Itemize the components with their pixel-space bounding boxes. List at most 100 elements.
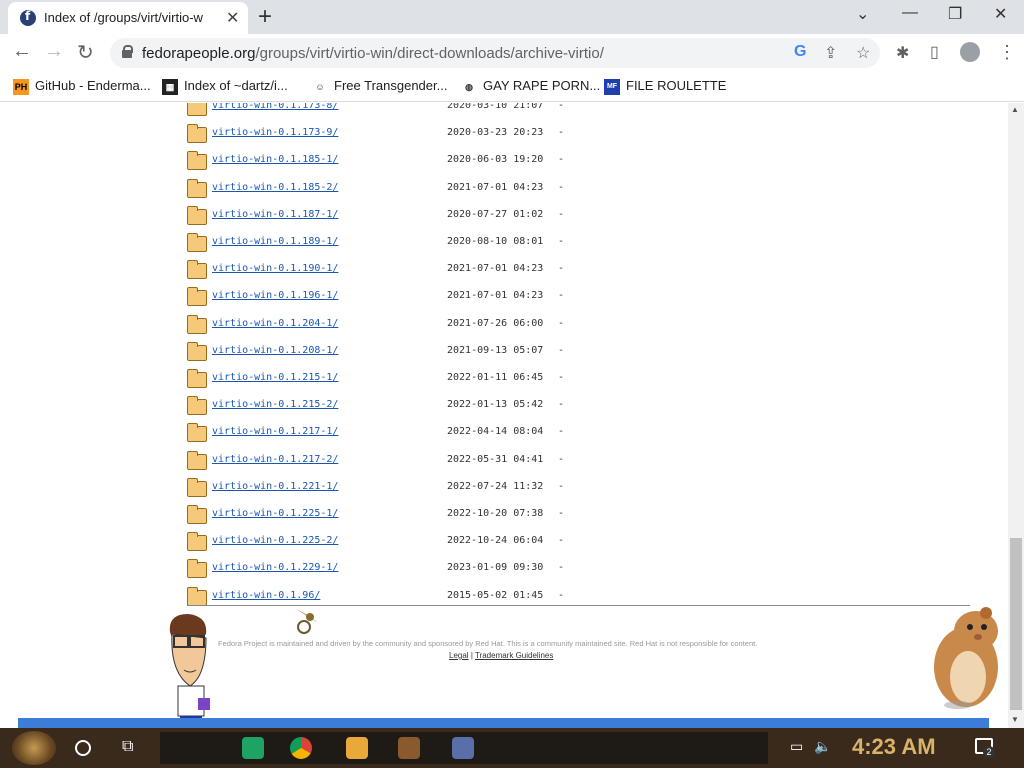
file-size: - <box>558 208 565 220</box>
notes-app-icon[interactable] <box>242 737 264 759</box>
file-size: - <box>558 344 565 356</box>
file-size: - <box>558 103 565 111</box>
folder-link[interactable]: virtio-win-0.1.221-1/ <box>212 481 338 492</box>
modified-date: 2020-06-03 19:20 <box>447 154 544 166</box>
file-size: - <box>558 508 565 519</box>
menu-icon[interactable]: ⋮ <box>998 42 1016 63</box>
legal-link[interactable]: Legal <box>449 651 469 660</box>
table-row: virtio-win-0.1.208-1/2021-09-13 05:07 - <box>187 341 987 370</box>
network-icon[interactable]: ▭ <box>790 738 803 755</box>
file-explorer-icon[interactable] <box>346 737 368 759</box>
table-row: virtio-win-0.1.225-2/2022-10-24 06:04 - <box>187 532 987 560</box>
modified-date: 2022-01-11 06:45 <box>447 372 544 383</box>
scroll-thumb[interactable] <box>1010 538 1022 710</box>
bookmark-item[interactable]: ☺ Free Transgender... <box>312 78 447 95</box>
address-bar[interactable]: fedorapeople.org/groups/virt/virtio-win/… <box>110 38 880 68</box>
table-row: virtio-win-0.1.229-1/2023-01-09 09:30 - <box>187 559 987 587</box>
side-panel-icon[interactable]: ▯ <box>930 42 939 62</box>
modified-date: 2020-03-10 21:07 <box>447 103 544 111</box>
back-button[interactable]: ← <box>12 40 32 63</box>
extensions-icon[interactable]: ✱ <box>896 43 909 63</box>
bookmark-item[interactable]: PH GitHub - Enderma... <box>13 78 151 95</box>
game-app-icon[interactable] <box>398 737 420 759</box>
bookmark-label: Free Transgender... <box>334 78 448 93</box>
bookmark-item[interactable]: MF FILE ROULETTE <box>604 78 726 95</box>
tab-close-icon[interactable]: ✕ <box>226 8 239 28</box>
close-window-button[interactable]: ✕ <box>994 4 1007 24</box>
bookmark-label: GitHub - Enderma... <box>35 78 151 93</box>
site-favicon-icon: ☺ <box>315 81 325 92</box>
folder-link[interactable]: virtio-win-0.1.196-1/ <box>212 290 338 301</box>
url-text[interactable]: fedorapeople.org/groups/virt/virtio-win/… <box>142 45 604 62</box>
file-size: - <box>558 535 565 547</box>
folder-icon <box>187 287 207 307</box>
clock[interactable]: 4:23 AM <box>852 734 936 760</box>
table-row: virtio-win-0.1.185-2/2021-07-01 04:23 - <box>187 178 987 207</box>
trademark-guidelines-link[interactable]: Trademark Guidelines <box>475 651 553 660</box>
table-row: virtio-win-0.1.189-1/2020-08-10 08:01 - <box>187 233 987 261</box>
folder-link[interactable]: virtio-win-0.1.173-8/ <box>212 103 338 111</box>
folder-link[interactable]: virtio-win-0.1.204-1/ <box>212 318 338 329</box>
folder-link[interactable]: virtio-win-0.1.225-2/ <box>212 535 338 546</box>
browser-toolbar: ← → ↻ fedorapeople.org/groups/virt/virti… <box>0 34 1024 72</box>
file-size: - <box>558 154 565 166</box>
folder-icon <box>187 369 207 388</box>
profile-avatar[interactable] <box>960 42 980 62</box>
folder-icon <box>187 124 207 144</box>
folder-link[interactable]: virtio-win-0.1.208-1/ <box>212 345 338 356</box>
new-tab-button[interactable]: + <box>258 3 272 31</box>
taskbar-middle-area <box>490 732 768 764</box>
vertical-scrollbar[interactable]: ▲ ▼ <box>1008 103 1024 728</box>
folder-link[interactable]: virtio-win-0.1.229-1/ <box>212 562 338 573</box>
folder-link[interactable]: virtio-win-0.1.185-2/ <box>212 182 338 193</box>
site-favicon-icon: ▦ <box>162 78 178 95</box>
small-mascot-image <box>296 609 318 634</box>
active-tab[interactable]: Index of /groups/virt/virtio-w ✕ <box>8 2 248 34</box>
folder-link[interactable]: virtio-win-0.1.217-2/ <box>212 454 338 465</box>
reload-button[interactable]: ↻ <box>77 40 94 65</box>
bookmark-label: Index of ~dartz/i... <box>184 78 288 93</box>
google-lens-icon[interactable]: G <box>794 43 806 61</box>
volume-muted-icon[interactable]: 🔈 <box>814 738 831 755</box>
folder-icon <box>187 341 207 361</box>
minimize-button[interactable]: — <box>902 4 918 22</box>
file-size: - <box>558 480 565 492</box>
tab-search-icon[interactable]: ⌄ <box>856 4 869 24</box>
share-icon[interactable]: ⇪ <box>824 43 837 63</box>
bookmark-star-icon[interactable]: ☆ <box>856 43 870 63</box>
folder-link[interactable]: virtio-win-0.1.190-1/ <box>212 263 338 274</box>
bookmark-item[interactable]: ◍ GAY RAPE PORN... <box>461 78 600 95</box>
scroll-up-icon[interactable]: ▲ <box>1011 105 1019 114</box>
folder-link[interactable]: virtio-win-0.1.215-1/ <box>212 372 338 383</box>
scroll-down-icon[interactable]: ▼ <box>1011 715 1019 724</box>
lock-icon[interactable] <box>122 45 133 58</box>
start-button[interactable] <box>12 731 56 765</box>
restore-button[interactable]: ❐ <box>948 4 962 24</box>
folder-icon <box>187 477 207 497</box>
folder-link[interactable]: virtio-win-0.1.173-9/ <box>212 127 338 138</box>
folder-icon <box>187 559 207 579</box>
modified-date: 2020-08-10 08:01 <box>447 236 544 247</box>
folder-link[interactable]: virtio-win-0.1.217-1/ <box>212 426 338 437</box>
folder-icon <box>187 233 207 252</box>
chrome-icon[interactable] <box>290 737 312 759</box>
folder-link[interactable]: virtio-win-0.1.185-1/ <box>212 154 338 165</box>
folder-icon <box>187 103 207 116</box>
table-row: virtio-win-0.1.173-8/2020-03-10 21:07 - <box>187 103 987 125</box>
forward-button[interactable]: → <box>44 40 64 63</box>
folder-link[interactable]: virtio-win-0.1.189-1/ <box>212 236 338 247</box>
search-icon[interactable] <box>75 740 91 756</box>
modified-date: 2022-10-24 06:04 <box>447 535 544 547</box>
site-favicon-icon: MF <box>604 78 620 95</box>
bookmark-item[interactable]: ▦ Index of ~dartz/i... <box>162 78 288 95</box>
folder-link[interactable]: virtio-win-0.1.187-1/ <box>212 209 338 220</box>
modified-date: 2021-07-01 04:23 <box>447 181 544 193</box>
modified-date: 2023-01-09 09:30 <box>447 562 544 574</box>
folder-link[interactable]: virtio-win-0.1.96/ <box>212 590 320 601</box>
page-bottom-bar <box>18 718 989 728</box>
folder-link[interactable]: virtio-win-0.1.225-1/ <box>212 508 338 519</box>
task-view-icon[interactable]: ⧉ <box>122 738 133 756</box>
folder-link[interactable]: virtio-win-0.1.215-2/ <box>212 399 338 410</box>
computer-app-icon[interactable] <box>452 737 474 759</box>
file-size: - <box>558 453 565 465</box>
